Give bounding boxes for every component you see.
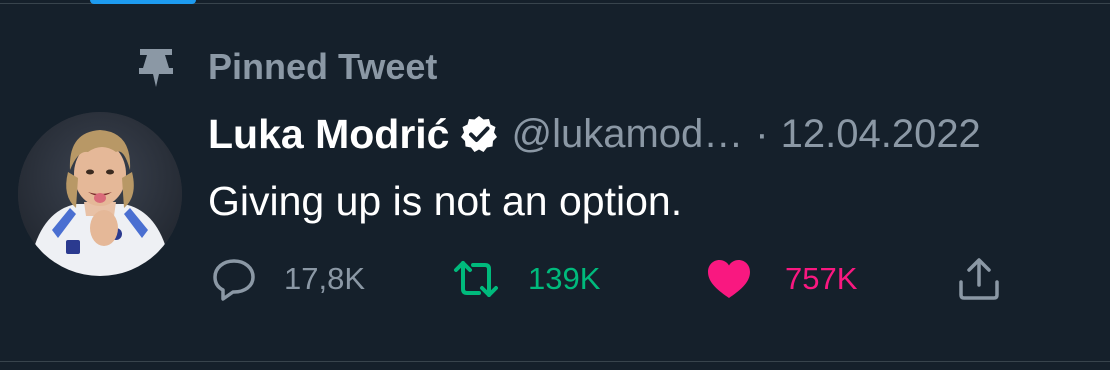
tweet-date[interactable]: 12.04.2022 [781, 112, 981, 157]
retweet-icon [454, 261, 498, 297]
display-name[interactable]: Luka Modrić [208, 111, 449, 158]
tweet-header: Luka Modrić @lukamod… · 12.04.2022 [208, 106, 981, 162]
bottom-divider [0, 361, 1110, 362]
active-tab-indicator [90, 0, 196, 4]
pinned-tweet-row: Pinned Tweet [132, 42, 437, 92]
tweet-text: Giving up is not an option. [208, 178, 683, 224]
like-button[interactable]: 757K [705, 254, 857, 304]
heart-icon [708, 260, 750, 298]
like-count: 757K [785, 261, 858, 296]
pinned-label: Pinned Tweet [208, 46, 438, 87]
avatar[interactable] [18, 112, 182, 276]
retweet-button[interactable]: 139K [452, 254, 600, 304]
share-button[interactable] [955, 254, 1003, 304]
avatar-photo [18, 112, 182, 276]
retweet-count: 139K [528, 261, 601, 296]
reply-icon [213, 259, 255, 301]
pin-icon [139, 49, 173, 87]
author-handle[interactable]: @lukamod… [511, 112, 743, 157]
share-icon [959, 258, 999, 300]
reply-button[interactable]: 17,8K [210, 254, 365, 304]
verified-badge-icon [461, 116, 498, 152]
reply-count: 17,8K [284, 261, 366, 296]
separator-dot: · [755, 111, 769, 156]
